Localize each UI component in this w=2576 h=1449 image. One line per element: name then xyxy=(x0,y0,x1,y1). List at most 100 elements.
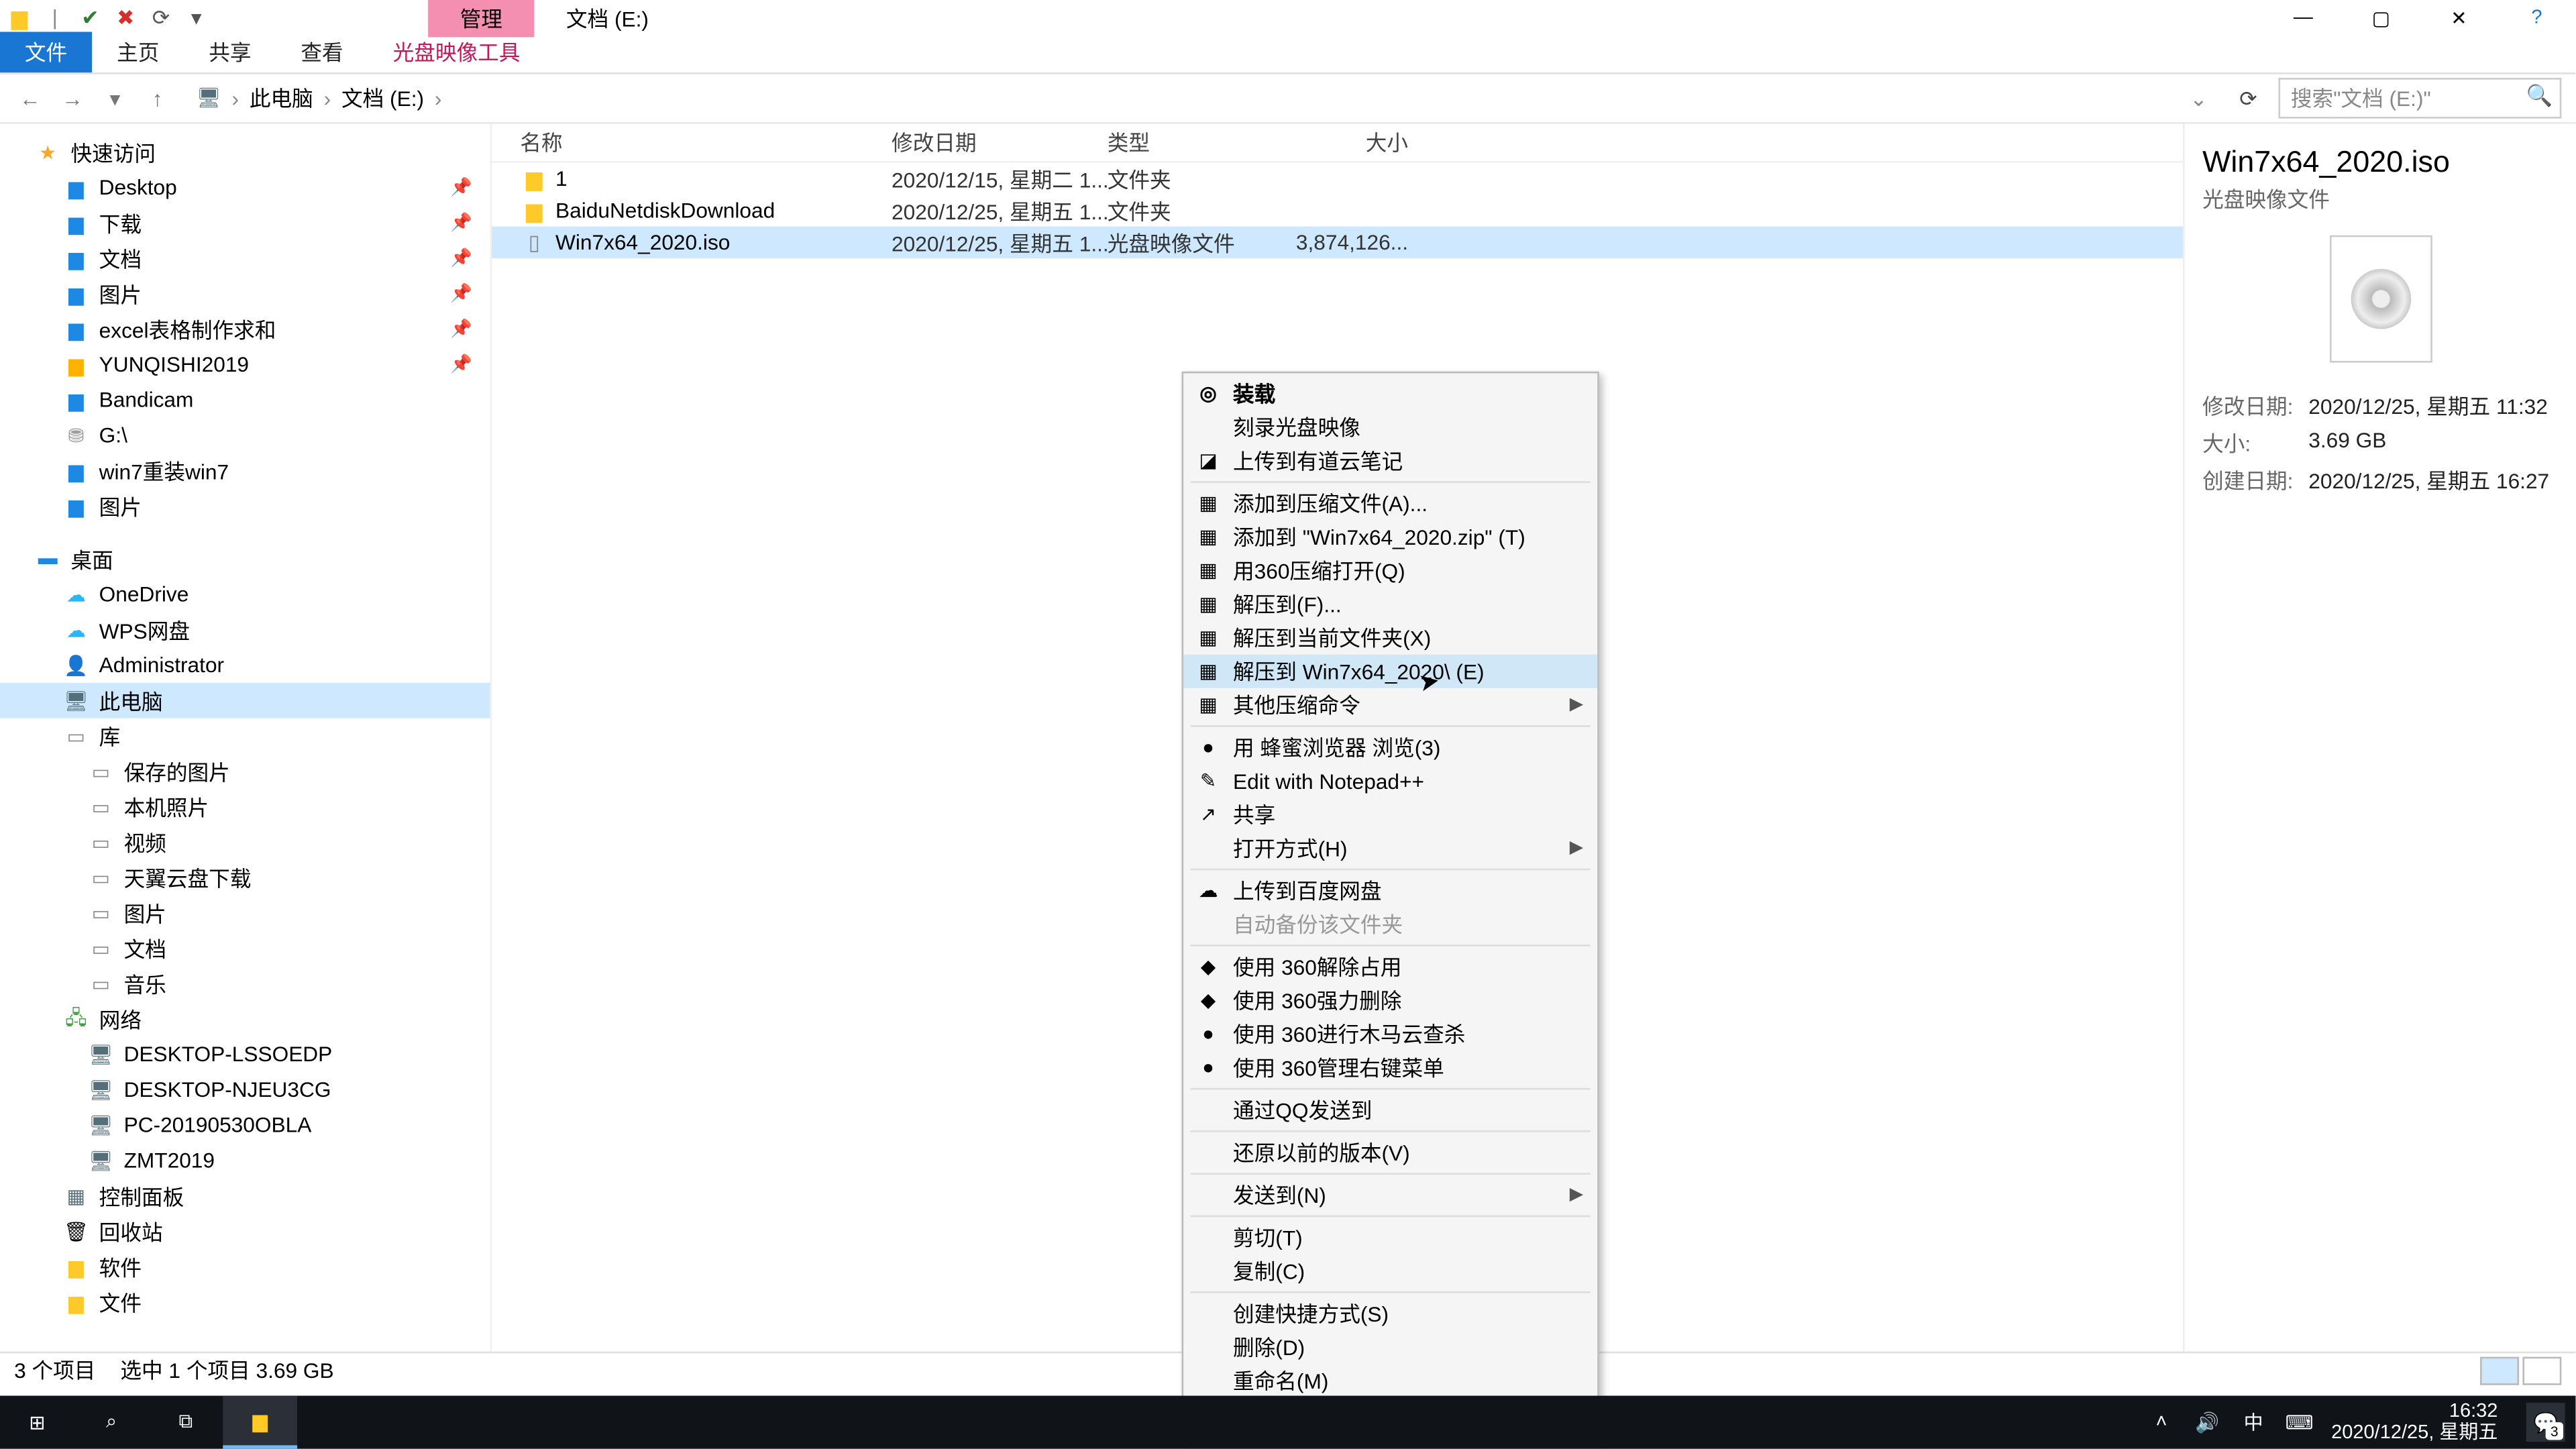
tree-item[interactable]: 👤Administrator xyxy=(0,647,490,683)
tree-libraries[interactable]: ▭库 xyxy=(0,718,490,754)
ime-indicator[interactable]: 中 xyxy=(2239,1408,2267,1436)
context-menu-item[interactable]: 发送到(N)▶ xyxy=(1183,1178,1597,1212)
context-menu-item[interactable]: 创建快捷方式(S) xyxy=(1183,1297,1597,1330)
refresh-button[interactable]: ⟳ xyxy=(2229,86,2267,111)
tree-quick-item[interactable]: ⛃G:\ xyxy=(0,417,490,453)
tree-item[interactable]: ☁WPS网盘 xyxy=(0,612,490,647)
tree-quick-item[interactable]: ▆YUNQISHI2019📌 xyxy=(0,347,490,382)
help-button[interactable]: ? xyxy=(2498,0,2575,36)
nav-tree[interactable]: ★快速访问 ▆Desktop📌▆下载📌▆文档📌▆图片📌▆excel表格制作求和📌… xyxy=(0,124,492,1352)
context-menu-item[interactable]: ▦解压到 Win7x64_2020\ (E) xyxy=(1183,655,1597,688)
forward-button[interactable]: → xyxy=(56,86,88,111)
context-menu-item[interactable]: 重命名(M) xyxy=(1183,1364,1597,1397)
tree-lib-item[interactable]: ▭音乐 xyxy=(0,966,490,1002)
tree-network-item[interactable]: 🖥PC-20190530OBLA xyxy=(0,1108,490,1143)
close-red-icon[interactable]: ✖ xyxy=(113,5,138,30)
qat-dropdown-icon[interactable]: ▾ xyxy=(184,5,209,30)
column-headers[interactable]: 名称 修改日期 类型 大小 xyxy=(492,124,2183,163)
col-size[interactable]: 大小 xyxy=(1284,127,1408,158)
maximize-button[interactable]: ▢ xyxy=(2342,0,2420,36)
tree-quick-item[interactable]: ▆下载📌 xyxy=(0,205,490,241)
tab-share[interactable]: 共享 xyxy=(184,32,276,72)
tab-view[interactable]: 查看 xyxy=(276,32,368,72)
action-center-button[interactable]: 💬3 xyxy=(2526,1403,2565,1442)
tree-recycle-bin[interactable]: 🗑回收站 xyxy=(0,1214,490,1249)
tree-network-item[interactable]: 🖥ZMT2019 xyxy=(0,1143,490,1179)
address-dropdown[interactable]: ⌄ xyxy=(2179,86,2218,111)
volume-icon[interactable]: 🔊 xyxy=(2193,1411,2221,1434)
folder-icon[interactable]: ▆ xyxy=(7,5,32,30)
tree-lib-item[interactable]: ▭文档 xyxy=(0,930,490,966)
tree-quick-item[interactable]: ▆win7重装win7 xyxy=(0,453,490,488)
tree-this-pc[interactable]: 🖥此电脑 xyxy=(0,683,490,718)
context-menu-item[interactable]: 复制(C) xyxy=(1183,1254,1597,1288)
tree-lib-item[interactable]: ▭保存的图片 xyxy=(0,753,490,789)
context-menu-item[interactable]: ▦解压到(F)... xyxy=(1183,587,1597,621)
tree-quick-item[interactable]: ▆图片📌 xyxy=(0,276,490,311)
context-menu-item[interactable]: ▦添加到压缩文件(A)... xyxy=(1183,486,1597,520)
tray-chevron-icon[interactable]: ˄ xyxy=(2147,1411,2176,1433)
col-type[interactable]: 类型 xyxy=(1108,127,1285,158)
up-button[interactable]: ↑ xyxy=(142,86,173,111)
tree-lib-item[interactable]: ▭天翼云盘下载 xyxy=(0,860,490,896)
context-menu-item[interactable]: ◆使用 360强力删除 xyxy=(1183,983,1597,1017)
context-menu-item[interactable]: ●用 蜂蜜浏览器 浏览(3) xyxy=(1183,731,1597,764)
tree-quick-item[interactable]: ▆Desktop📌 xyxy=(0,170,490,205)
tree-quick-item[interactable]: ▆文档📌 xyxy=(0,241,490,276)
context-menu-item[interactable]: ▦其他压缩命令▶ xyxy=(1183,688,1597,722)
tree-network-item[interactable]: 🖥DESKTOP-NJEU3CG xyxy=(0,1072,490,1108)
context-menu-item[interactable]: ●使用 360管理右键菜单 xyxy=(1183,1051,1597,1084)
task-view-button[interactable]: ⧉ xyxy=(149,1396,223,1449)
context-menu-item[interactable]: ▦用360压缩打开(Q) xyxy=(1183,553,1597,587)
minimize-button[interactable]: — xyxy=(2264,0,2342,36)
breadcrumb-item[interactable]: 此电脑 xyxy=(250,83,313,113)
taskbar-clock[interactable]: 16:32 2020/12/25, 星期五 xyxy=(2331,1401,2498,1444)
context-menu-item[interactable]: 还原以前的版本(V) xyxy=(1183,1136,1597,1169)
check-icon[interactable]: ✔ xyxy=(78,5,103,30)
tree-quick-access[interactable]: ★快速访问 xyxy=(0,134,490,170)
taskbar-explorer[interactable]: ▆ xyxy=(223,1396,297,1449)
tree-lib-item[interactable]: ▭图片 xyxy=(0,895,490,930)
context-menu-item[interactable]: ▦添加到 "Win7x64_2020.zip" (T) xyxy=(1183,520,1597,553)
tree-network[interactable]: 🖧网络 xyxy=(0,1002,490,1037)
undo-icon[interactable]: ⟳ xyxy=(149,5,174,30)
tab-iso-tools[interactable]: 光盘映像工具 xyxy=(368,32,545,72)
context-menu-item[interactable]: 删除(D) xyxy=(1183,1330,1597,1364)
start-button[interactable]: ⊞ xyxy=(0,1396,74,1449)
back-button[interactable]: ← xyxy=(14,86,46,111)
context-menu-item[interactable]: ◎装载 xyxy=(1183,377,1597,411)
tree-item[interactable]: ☁OneDrive xyxy=(0,577,490,612)
file-row[interactable]: ▆12020/12/15, 星期二 1...文件夹 xyxy=(492,163,2183,195)
context-menu-item[interactable]: ☁上传到百度网盘 xyxy=(1183,874,1597,908)
ribbon-context-tab[interactable]: 管理 xyxy=(428,0,534,36)
context-menu-item[interactable]: 刻录光盘映像 xyxy=(1183,411,1597,444)
tree-desktop[interactable]: ▬桌面 xyxy=(0,541,490,577)
tree-quick-item[interactable]: ▆excel表格制作求和📌 xyxy=(0,311,490,347)
context-menu-item[interactable]: ▦解压到当前文件夹(X) xyxy=(1183,621,1597,655)
file-row[interactable]: ▯Win7x64_2020.iso2020/12/25, 星期五 1...光盘映… xyxy=(492,227,2183,258)
view-details-button[interactable] xyxy=(2480,1356,2519,1384)
keyboard-icon[interactable]: ⌨ xyxy=(2286,1411,2314,1434)
col-date[interactable]: 修改日期 xyxy=(892,127,1108,158)
tab-home[interactable]: 主页 xyxy=(92,32,184,72)
view-icons-button[interactable] xyxy=(2522,1356,2561,1384)
search-button[interactable]: ⌕ xyxy=(74,1396,149,1449)
context-menu-item[interactable]: ◪上传到有道云笔记 xyxy=(1183,444,1597,478)
tree-control-panel[interactable]: ▦控制面板 xyxy=(0,1178,490,1214)
tree-folder[interactable]: ▆软件 xyxy=(0,1249,490,1285)
context-menu-item[interactable]: ◆使用 360解除占用 xyxy=(1183,950,1597,983)
col-name[interactable]: 名称 xyxy=(520,127,892,158)
tree-lib-item[interactable]: ▭本机照片 xyxy=(0,789,490,824)
tree-quick-item[interactable]: ▆Bandicam xyxy=(0,382,490,418)
tree-folder[interactable]: ▆文件 xyxy=(0,1284,490,1320)
tab-file[interactable]: 文件 xyxy=(0,32,92,72)
tree-lib-item[interactable]: ▭视频 xyxy=(0,824,490,860)
context-menu-item[interactable]: 打开方式(H)▶ xyxy=(1183,831,1597,865)
tree-network-item[interactable]: 🖥DESKTOP-LSSOEDP xyxy=(0,1036,490,1072)
recent-dropdown[interactable]: ▾ xyxy=(99,86,131,111)
search-input[interactable]: 搜索"文档 (E:)" 🔍 xyxy=(2278,78,2561,119)
context-menu-item[interactable]: ●使用 360进行木马云查杀 xyxy=(1183,1017,1597,1051)
file-row[interactable]: ▆BaiduNetdiskDownload2020/12/25, 星期五 1..… xyxy=(492,195,2183,226)
breadcrumb-item[interactable]: 文档 (E:) xyxy=(341,83,424,113)
context-menu-item[interactable]: ✎Edit with Notepad++ xyxy=(1183,764,1597,798)
